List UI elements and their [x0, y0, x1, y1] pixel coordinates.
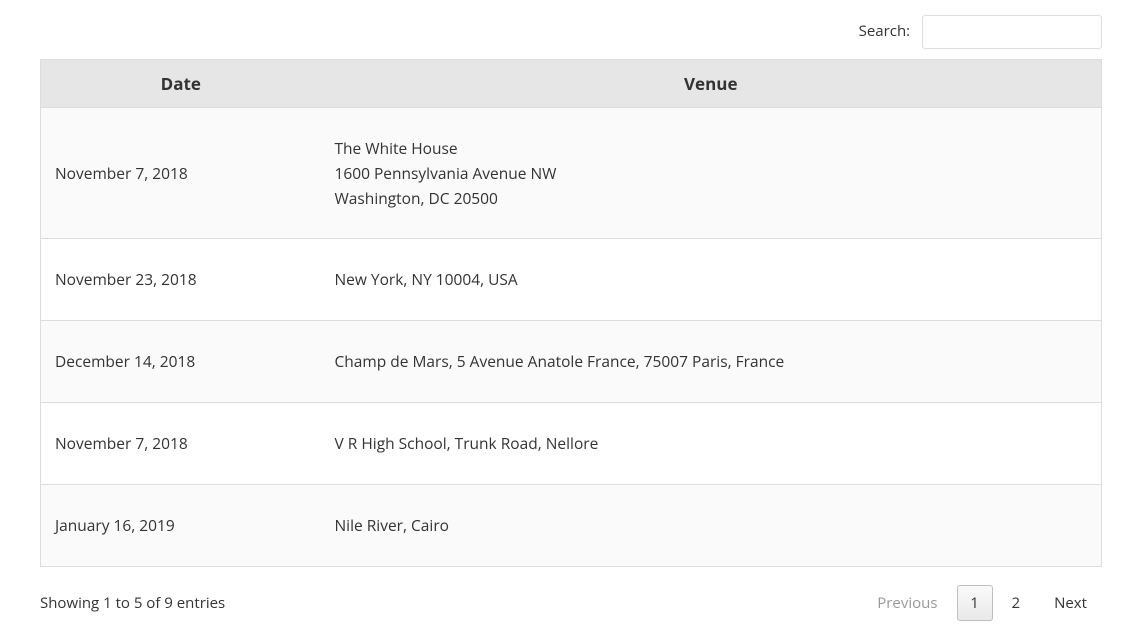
- table-body: November 7, 2018 The White House 1600 Pe…: [41, 108, 1102, 567]
- cell-date: November 23, 2018: [41, 239, 321, 321]
- pagination-page-1[interactable]: 1: [957, 585, 993, 621]
- pagination-previous-button[interactable]: Previous: [862, 585, 952, 621]
- cell-venue: Champ de Mars, 5 Avenue Anatole France, …: [321, 321, 1102, 403]
- cell-date: November 7, 2018: [41, 108, 321, 239]
- column-header-date[interactable]: Date: [41, 60, 321, 108]
- cell-venue: V R High School, Trunk Road, Nellore: [321, 402, 1102, 484]
- search-label: Search:: [859, 21, 910, 41]
- table-footer: Showing 1 to 5 of 9 entries Previous 1 2…: [40, 585, 1102, 621]
- search-wrapper: Search:: [40, 15, 1102, 49]
- table-row: November 7, 2018 V R High School, Trunk …: [41, 402, 1102, 484]
- column-header-venue[interactable]: Venue: [321, 60, 1102, 108]
- table-row: November 7, 2018 The White House 1600 Pe…: [41, 108, 1102, 239]
- table-row: January 16, 2019 Nile River, Cairo: [41, 484, 1102, 566]
- table-row: December 14, 2018 Champ de Mars, 5 Avenu…: [41, 321, 1102, 403]
- search-input[interactable]: [922, 15, 1102, 49]
- cell-venue: The White House 1600 Pennsylvania Avenue…: [321, 108, 1102, 239]
- events-table: Date Venue November 7, 2018 The White Ho…: [40, 59, 1102, 567]
- cell-venue: Nile River, Cairo: [321, 484, 1102, 566]
- cell-date: December 14, 2018: [41, 321, 321, 403]
- pagination: Previous 1 2 Next: [858, 585, 1102, 621]
- cell-date: November 7, 2018: [41, 402, 321, 484]
- pagination-next-button[interactable]: Next: [1039, 585, 1102, 621]
- pagination-page-2[interactable]: 2: [997, 585, 1036, 621]
- table-row: November 23, 2018 New York, NY 10004, US…: [41, 239, 1102, 321]
- cell-venue: New York, NY 10004, USA: [321, 239, 1102, 321]
- table-info: Showing 1 to 5 of 9 entries: [40, 593, 225, 613]
- cell-date: January 16, 2019: [41, 484, 321, 566]
